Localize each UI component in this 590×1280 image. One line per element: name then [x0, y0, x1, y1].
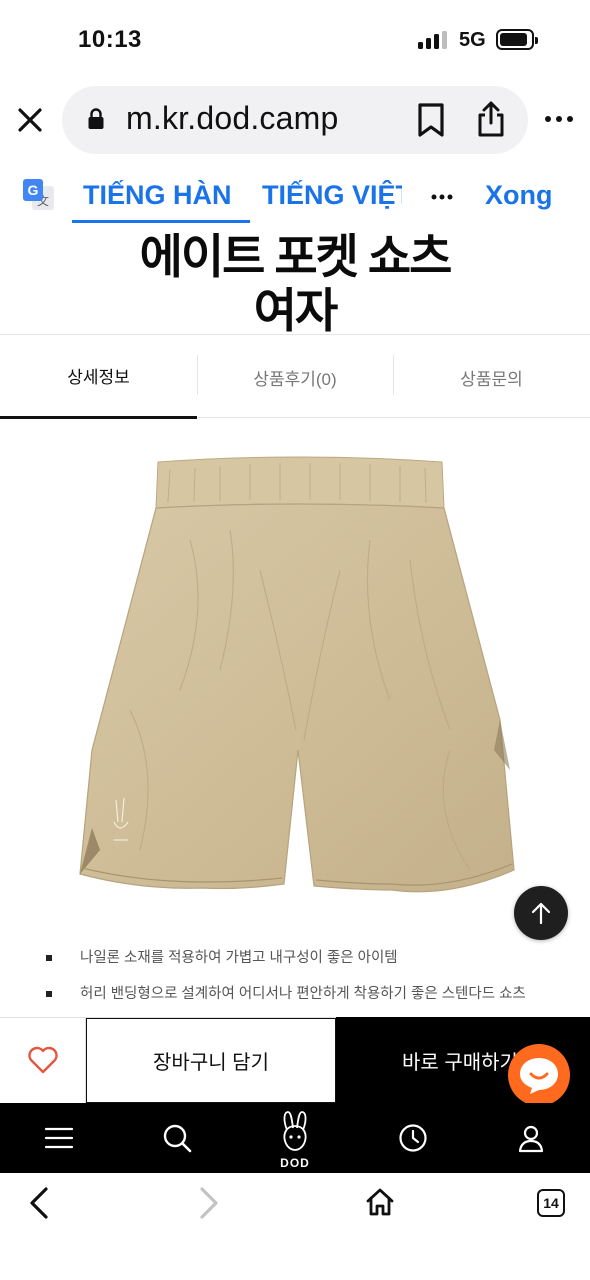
- dod-rabbit-logo[interactable]: DOD: [276, 1110, 314, 1170]
- arrow-up-icon: [531, 902, 551, 925]
- url-text[interactable]: m.kr.dod.camp: [126, 100, 338, 137]
- add-to-cart-button[interactable]: 장바구니 담기: [86, 1018, 336, 1103]
- browser-toolbar: [0, 1173, 590, 1280]
- product-title: 에이트 포켓 쇼츠 여자: [0, 230, 590, 338]
- description-text: 허리 밴딩형으로 설계하여 어디서나 편안하게 착용하기 좋은 스텐다드 쇼츠: [80, 986, 526, 1002]
- product-title-line2: 여자: [253, 284, 338, 337]
- status-time: 10:13: [78, 26, 142, 53]
- tabs-count-button[interactable]: 14: [537, 1189, 565, 1217]
- product-tabs: 상세정보 상품후기(0) 상품문의: [0, 334, 590, 419]
- home-icon[interactable]: [364, 1186, 396, 1218]
- active-language-underline: [72, 220, 250, 223]
- translate-more-icon[interactable]: [431, 194, 453, 200]
- source-language-tab[interactable]: TIẾNG HÀN: [83, 180, 232, 211]
- close-icon[interactable]: [17, 107, 43, 133]
- chat-button[interactable]: [508, 1044, 570, 1106]
- lock-icon: [88, 108, 104, 129]
- logo-text: DOD: [280, 1156, 310, 1170]
- description-text: 나일론 소재를 적용하여 가볍고 내구성이 좋은 아이템: [80, 950, 398, 966]
- list-item: 나일론 소재를 적용하여 가볍고 내구성이 좋은 아이템: [44, 944, 564, 980]
- google-translate-icon: 文 G: [23, 179, 54, 210]
- battery-icon: [496, 29, 538, 50]
- list-item: 허리 밴딩형으로 설계하여 어디서나 편안하게 착용하기 좋은 스텐다드 쇼츠: [44, 980, 564, 1016]
- product-title-line1: 에이트 포켓 쇼츠: [139, 230, 453, 283]
- search-icon[interactable]: [161, 1122, 193, 1154]
- bookmark-icon[interactable]: [416, 102, 446, 138]
- network-type: 5G: [459, 29, 486, 51]
- product-description-list: 나일론 소재를 적용하여 가볍고 내구성이 좋은 아이템 허리 밴딩형으로 설계…: [44, 944, 564, 1016]
- tab-detail[interactable]: 상세정보: [0, 335, 197, 419]
- rabbit-icon: [283, 1111, 307, 1151]
- user-icon[interactable]: [515, 1122, 547, 1154]
- translate-done-button[interactable]: Xong: [485, 180, 553, 211]
- tab-reviews[interactable]: 상품후기(0): [197, 335, 393, 419]
- signal-icon: [418, 31, 450, 49]
- bullet-icon: [46, 955, 52, 961]
- recent-clock-icon[interactable]: [397, 1122, 429, 1154]
- target-language-tab[interactable]: TIẾNG VIỆT: [262, 180, 402, 211]
- menu-icon[interactable]: [43, 1122, 75, 1154]
- more-icon[interactable]: [544, 113, 574, 125]
- heart-icon: [28, 1046, 58, 1074]
- forward-icon[interactable]: [196, 1186, 222, 1220]
- bullet-icon: [46, 991, 52, 997]
- back-icon[interactable]: [26, 1186, 52, 1220]
- scroll-top-button[interactable]: [514, 886, 568, 940]
- share-icon[interactable]: [475, 100, 507, 138]
- product-image: [79, 456, 515, 893]
- chat-icon: [520, 1058, 558, 1094]
- svg-text:G: G: [28, 182, 39, 198]
- tab-inquiry[interactable]: 상품문의: [393, 335, 590, 419]
- status-bar: 10:13 5G: [0, 0, 590, 80]
